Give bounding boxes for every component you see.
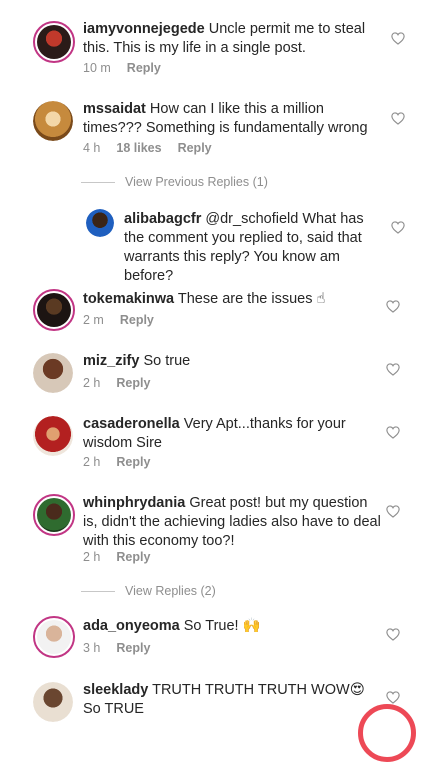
comment-time: 2 h	[83, 376, 101, 390]
heart-outline-icon[interactable]	[386, 628, 400, 641]
comment-username[interactable]: miz_zify	[83, 353, 139, 369]
comment-meta: 2 h Reply	[83, 455, 166, 469]
comment-meta: 2 m Reply	[83, 313, 170, 327]
comment-text: So true	[143, 353, 191, 369]
avatar[interactable]	[33, 494, 75, 536]
comment-meta: 2 h Reply	[83, 376, 166, 390]
divider	[81, 591, 115, 593]
comment-username[interactable]: tokemakinwa	[83, 291, 174, 307]
comment-username[interactable]: whinphrydania	[83, 495, 185, 511]
heart-outline-icon[interactable]	[386, 691, 400, 704]
avatar[interactable]	[33, 682, 73, 722]
comment-meta: 3 h Reply	[83, 641, 166, 655]
reply-button[interactable]: Reply	[127, 61, 161, 75]
reply-button[interactable]: Reply	[116, 550, 150, 564]
avatar[interactable]	[33, 289, 75, 331]
view-replies-button[interactable]: View Replies (2)	[81, 584, 216, 598]
comment-time: 3 h	[83, 641, 101, 655]
heart-outline-icon[interactable]	[391, 112, 405, 125]
reply-button[interactable]: Reply	[116, 376, 150, 390]
comment-username[interactable]: ada_onyeoma	[83, 618, 180, 634]
reply-button[interactable]: Reply	[178, 141, 212, 155]
heart-outline-icon[interactable]	[386, 426, 400, 439]
view-previous-replies-button[interactable]: View Previous Replies (1)	[81, 175, 268, 189]
comment-time: 2 m	[83, 313, 104, 327]
avatar[interactable]	[33, 101, 73, 141]
comment-meta: 10 m Reply	[83, 61, 177, 75]
reply-button[interactable]: Reply	[120, 313, 154, 327]
comment-time: 2 h	[83, 455, 101, 469]
avatar[interactable]	[33, 21, 75, 63]
comment-username[interactable]: alibabagcfr	[124, 211, 201, 227]
likes-count[interactable]: 18 likes	[116, 141, 161, 155]
reply-button[interactable]: Reply	[116, 455, 150, 469]
heart-outline-icon[interactable]	[391, 221, 405, 234]
reply-button[interactable]: Reply	[116, 641, 150, 655]
comment-meta: 2 h Reply	[83, 550, 166, 564]
comment-meta: 4 h 18 likes Reply	[83, 141, 228, 155]
floating-action-button[interactable]	[358, 704, 416, 762]
comment-time: 2 h	[83, 550, 101, 564]
divider	[81, 182, 115, 184]
avatar[interactable]	[33, 416, 73, 456]
avatar[interactable]	[86, 209, 114, 237]
comment-time: 4 h	[83, 141, 101, 155]
comment-time: 10 m	[83, 61, 111, 75]
avatar[interactable]	[33, 616, 75, 658]
comment-username[interactable]: mssaidat	[83, 101, 146, 117]
comment-username[interactable]: sleeklady	[83, 682, 148, 698]
comment-text: These are the issues ☝	[177, 291, 326, 307]
heart-outline-icon[interactable]	[391, 32, 405, 45]
comment-text: So True! 🙌	[183, 618, 261, 634]
heart-outline-icon[interactable]	[386, 300, 400, 313]
avatar[interactable]	[33, 353, 73, 393]
heart-outline-icon[interactable]	[386, 505, 400, 518]
comment-username[interactable]: casaderonella	[83, 416, 180, 432]
comment-username[interactable]: iamyvonnejegede	[83, 21, 205, 37]
heart-outline-icon[interactable]	[386, 363, 400, 376]
